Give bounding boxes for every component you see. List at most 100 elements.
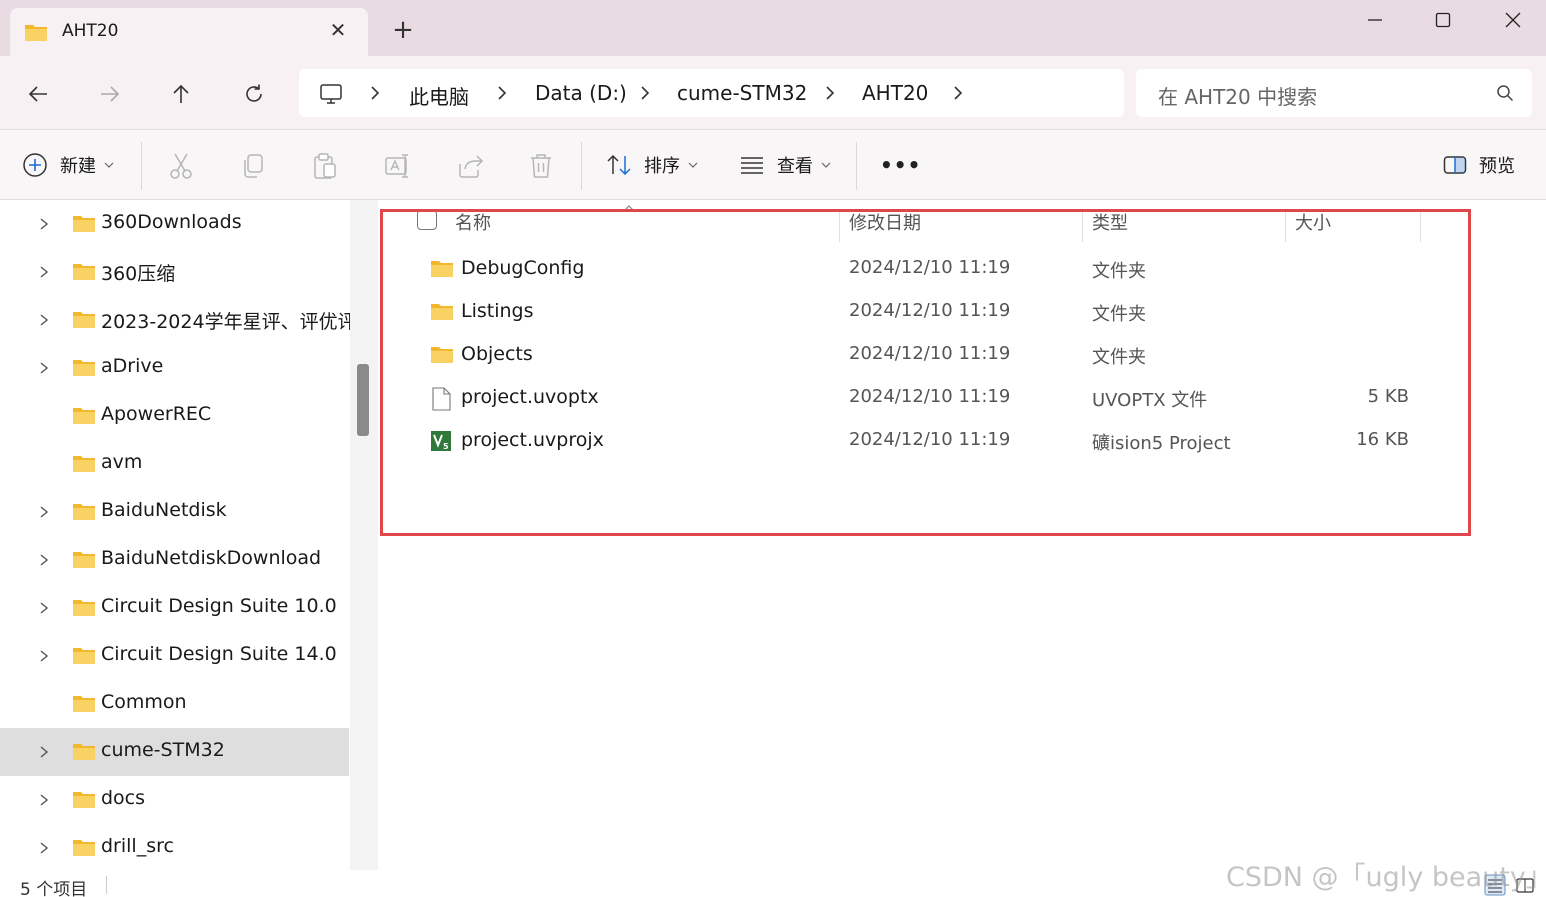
view-label: 查看 xyxy=(777,156,813,177)
new-tab-button[interactable]: + xyxy=(390,17,416,43)
chevron-right-icon[interactable] xyxy=(38,360,50,380)
sidebar-item-label: BaiduNetdisk xyxy=(101,499,227,521)
arrow-up-icon xyxy=(173,84,189,103)
folder-icon xyxy=(72,645,96,669)
view-button[interactable]: 查看 xyxy=(739,148,831,182)
breadcrumb-data-drive[interactable]: Data (D:) xyxy=(535,81,627,105)
folder-icon xyxy=(72,549,96,573)
chevron-right-icon[interactable] xyxy=(38,312,50,332)
chevron-right-icon[interactable] xyxy=(38,648,50,668)
sidebar-item-label: Common xyxy=(101,691,187,713)
plus-circle-icon xyxy=(23,153,47,177)
chevron-right-icon[interactable] xyxy=(639,84,651,106)
chevron-right-icon[interactable] xyxy=(369,84,381,106)
toolbar-divider xyxy=(856,142,857,190)
up-button[interactable] xyxy=(163,76,199,112)
folder-icon xyxy=(72,501,96,525)
sidebar-item[interactable]: drill_src xyxy=(0,824,349,870)
breadcrumb-this-pc[interactable]: 此电脑 xyxy=(409,81,469,110)
folder-icon xyxy=(72,597,96,621)
more-options-button[interactable]: ••• xyxy=(880,148,921,182)
chevron-right-icon[interactable] xyxy=(38,840,50,860)
highlight-annotation-box xyxy=(380,209,1471,536)
delete-icon[interactable] xyxy=(528,152,554,184)
folder-icon xyxy=(72,309,96,333)
chevron-right-icon[interactable] xyxy=(38,792,50,812)
chevron-right-icon[interactable] xyxy=(496,84,508,106)
close-window-button[interactable] xyxy=(1490,4,1536,36)
sidebar-item[interactable]: aDrive xyxy=(0,344,349,392)
sidebar-item-label: avm xyxy=(101,451,143,473)
status-divider xyxy=(106,876,107,894)
tab-aht20[interactable]: AHT20 ✕ xyxy=(10,8,368,56)
sidebar-item[interactable]: Circuit Design Suite 14.0 xyxy=(0,632,349,680)
folder-icon xyxy=(72,213,96,237)
chevron-right-icon[interactable] xyxy=(38,216,50,236)
sort-button[interactable]: 排序 xyxy=(606,148,698,182)
refresh-button[interactable] xyxy=(236,76,272,112)
item-count: 5 个项目 xyxy=(20,880,88,897)
list-view-icon xyxy=(741,157,763,174)
sidebar-item-label: 2023-2024学年星评、评优评先 xyxy=(101,311,350,333)
address-bar[interactable]: 此电脑 Data (D:) cume-STM32 AHT20 xyxy=(299,69,1124,117)
sidebar-item-label: drill_src xyxy=(101,835,174,857)
back-button[interactable] xyxy=(20,76,56,112)
chevron-right-icon[interactable] xyxy=(38,552,50,572)
sidebar-item-label: ApowerREC xyxy=(101,403,212,425)
chevron-right-icon[interactable] xyxy=(38,744,50,764)
maximize-icon xyxy=(1435,12,1451,28)
new-button[interactable]: 新建 xyxy=(22,148,114,182)
sidebar-item-label: docs xyxy=(101,787,146,809)
sidebar-item[interactable]: docs xyxy=(0,776,349,824)
sort-label: 排序 xyxy=(644,156,680,177)
folder-icon xyxy=(24,22,48,46)
chevron-right-icon[interactable] xyxy=(38,504,50,524)
folder-icon xyxy=(72,693,96,717)
folder-icon xyxy=(72,357,96,381)
search-input[interactable]: 在 AHT20 中搜索 xyxy=(1158,81,1317,110)
folder-icon xyxy=(72,405,96,429)
preview-pane-button[interactable]: 预览 xyxy=(1443,148,1515,182)
search-icon[interactable] xyxy=(1496,84,1514,106)
sidebar-item-label: 360压缩 xyxy=(101,263,176,285)
sidebar-scrollbar-thumb[interactable] xyxy=(357,364,369,436)
sidebar-item[interactable]: BaiduNetdisk xyxy=(0,488,349,536)
command-bar: 新建 排序 查看 ••• 预览 xyxy=(0,130,1546,200)
rename-icon[interactable] xyxy=(384,152,412,184)
breadcrumb-cume-stm32[interactable]: cume-STM32 xyxy=(677,81,807,105)
refresh-icon xyxy=(246,84,262,102)
chevron-down-icon xyxy=(821,162,831,168)
toolbar-divider xyxy=(581,142,582,190)
sidebar-item[interactable]: 2023-2024学年星评、评优评先 xyxy=(0,296,350,344)
sidebar-item[interactable]: 360压缩 xyxy=(0,248,349,296)
minimize-button[interactable] xyxy=(1352,4,1398,36)
chevron-right-icon[interactable] xyxy=(38,264,50,284)
cut-icon[interactable] xyxy=(168,152,194,184)
chevron-right-icon[interactable] xyxy=(38,600,50,620)
forward-button[interactable] xyxy=(92,76,128,112)
sidebar-item[interactable]: Common xyxy=(0,680,349,728)
copy-icon[interactable] xyxy=(240,152,266,184)
sidebar-item-label: Circuit Design Suite 10.0 xyxy=(101,595,337,617)
sidebar-scrollbar-track[interactable] xyxy=(350,200,378,870)
more-icon: ••• xyxy=(880,153,922,177)
search-box[interactable]: 在 AHT20 中搜索 xyxy=(1136,69,1532,117)
share-icon[interactable] xyxy=(456,152,484,184)
sidebar-item[interactable]: avm xyxy=(0,440,349,488)
chevron-right-icon[interactable] xyxy=(824,84,836,106)
maximize-button[interactable] xyxy=(1420,4,1466,36)
toolbar-divider xyxy=(141,142,142,190)
paste-icon[interactable] xyxy=(312,152,338,184)
sidebar-item[interactable]: BaiduNetdiskDownload xyxy=(0,536,349,584)
sidebar-item[interactable]: cume-STM32 xyxy=(0,728,349,776)
sidebar-item[interactable]: Circuit Design Suite 10.0 xyxy=(0,584,349,632)
chevron-down-icon xyxy=(688,162,698,168)
new-label: 新建 xyxy=(60,156,96,177)
chevron-right-icon[interactable] xyxy=(952,84,964,106)
breadcrumb-aht20[interactable]: AHT20 xyxy=(862,81,928,105)
sidebar-item[interactable]: ApowerREC xyxy=(0,392,349,440)
sidebar-item[interactable]: 360Downloads xyxy=(0,200,349,248)
close-tab-icon[interactable]: ✕ xyxy=(326,18,350,42)
sidebar-item-label: BaiduNetdiskDownload xyxy=(101,547,322,569)
sort-icon xyxy=(607,154,631,176)
